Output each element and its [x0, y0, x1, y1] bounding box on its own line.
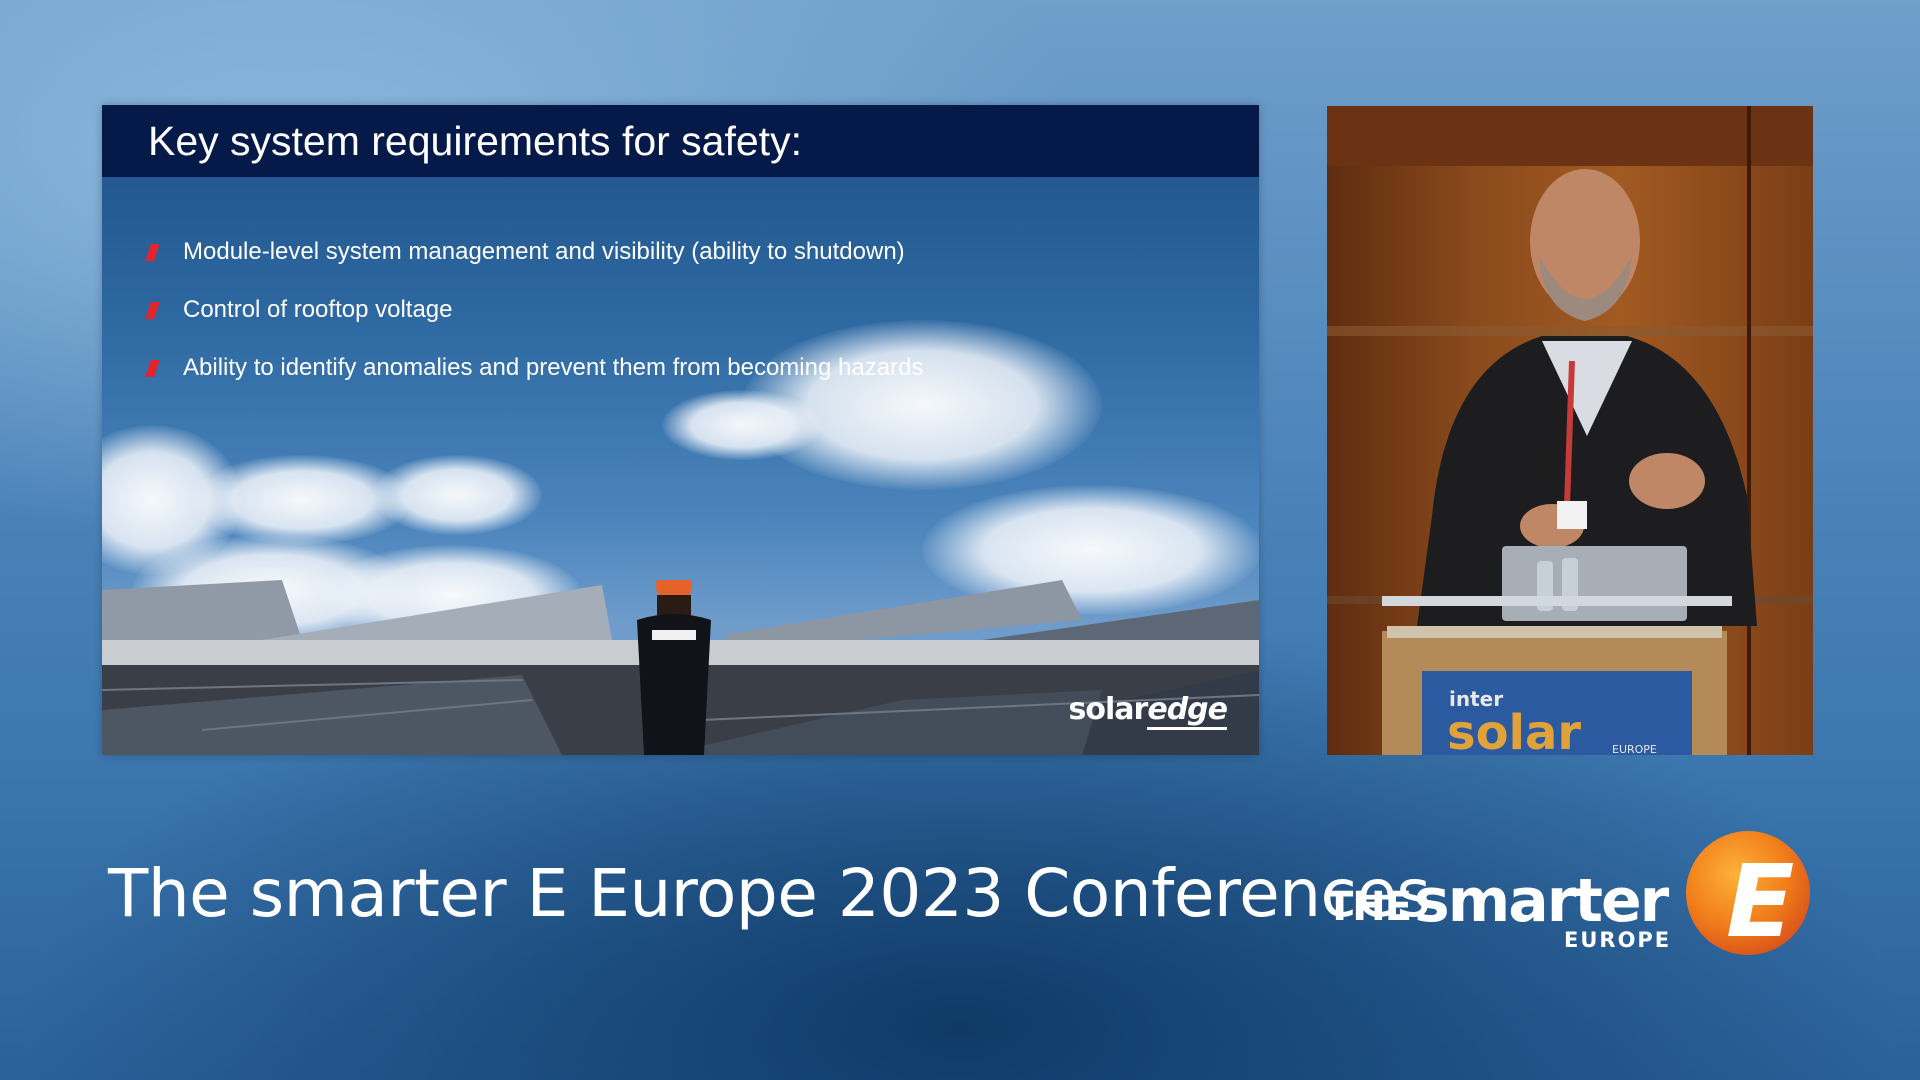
bullet-item: Ability to identify anomalies and preven…: [145, 339, 924, 397]
speaker-image: inter solar EUROPE: [1327, 106, 1813, 755]
slide-title: Key system requirements for safety:: [148, 117, 802, 164]
brand-europe-text: EUROPE: [1564, 928, 1672, 952]
bullet-list: Module-level system management and visib…: [145, 223, 924, 397]
presentation-slide: Key system requirements for safety: Modu…: [102, 105, 1259, 755]
bullet-marker: [145, 243, 160, 261]
brand-the-text: THE: [1326, 884, 1412, 930]
bullet-text: Ability to identify anomalies and preven…: [183, 354, 924, 381]
solaredge-logo: solaredge: [1069, 692, 1228, 730]
cloud: [372, 455, 542, 535]
rooftop-solar-panels-image: [102, 580, 1259, 755]
bullet-text: Control of rooftop voltage: [183, 296, 453, 323]
podium-europe-text: EUROPE: [1612, 743, 1657, 755]
the-smarter-e-europe-logo: THE smarter EUROPE E: [1326, 828, 1816, 958]
bullet-marker: [145, 301, 160, 319]
conference-title: The smarter E Europe 2023 Conferences: [108, 855, 1431, 932]
brand-smarter-text: smarter: [1414, 866, 1669, 936]
brand-e-letter: E: [1726, 843, 1794, 958]
bullet-text: Module-level system management and visib…: [183, 238, 905, 265]
bullet-item: Module-level system management and visib…: [145, 223, 923, 281]
bullet-marker: [145, 359, 160, 377]
cloud: [662, 390, 822, 460]
bullet-item: Control of rooftop voltage: [145, 281, 923, 339]
slide-header: Key system requirements for safety:: [102, 105, 1259, 177]
podium-solar-text: solar: [1447, 705, 1581, 755]
brand-e-emblem-icon: E: [1686, 831, 1810, 958]
speaker-video-feed: inter solar EUROPE: [1327, 106, 1813, 755]
